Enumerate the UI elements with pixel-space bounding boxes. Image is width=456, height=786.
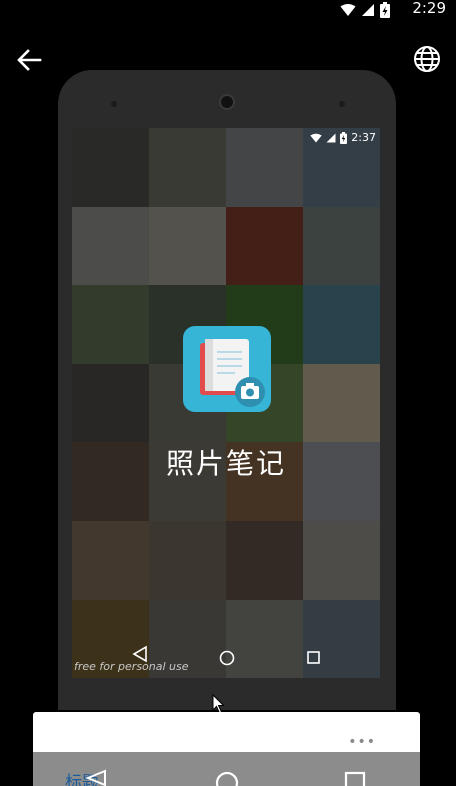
status-bar: 2:29 (0, 0, 456, 18)
wifi-icon (310, 133, 322, 142)
nav-home-button[interactable] (214, 770, 240, 786)
nav-recents-icon (307, 651, 320, 664)
more-options-button[interactable]: ••• (348, 734, 376, 750)
front-camera (219, 94, 235, 110)
app-preview-screen: 2:37 照片笔记 free for personal use (72, 128, 380, 678)
nav-home-icon (219, 650, 235, 666)
notebook-camera-icon (200, 339, 265, 407)
preview-status-bar: 2:37 (310, 131, 376, 144)
speaker-dot (111, 101, 117, 107)
cell-signal-icon (362, 4, 374, 16)
globe-icon (414, 46, 440, 72)
watermark-text: free for personal use (74, 660, 189, 673)
back-button[interactable] (14, 46, 44, 74)
battery-charging-icon (340, 131, 348, 144)
bottom-sheet: ••• (33, 712, 420, 752)
bottom-nav-bar: 标题 (33, 752, 420, 786)
cell-signal-icon (326, 133, 336, 142)
app-icon (183, 326, 271, 412)
arrow-back-icon (17, 49, 42, 71)
language-button[interactable] (412, 44, 442, 74)
nav-back-icon (85, 769, 106, 786)
nav-back-icon (132, 645, 147, 663)
status-icons (340, 2, 390, 18)
wifi-icon (340, 4, 356, 16)
nav-recents-button[interactable] (344, 771, 366, 786)
sensor-dot (339, 101, 345, 107)
nav-home-icon (215, 771, 239, 786)
mouse-cursor-icon (212, 694, 225, 714)
nav-recents-icon (344, 771, 366, 786)
status-time: 2:29 (412, 0, 446, 17)
nav-back-button[interactable] (85, 769, 107, 786)
app-name: 照片笔记 (165, 447, 286, 480)
battery-charging-icon (380, 2, 390, 18)
preview-status-time: 2:37 (351, 131, 376, 144)
